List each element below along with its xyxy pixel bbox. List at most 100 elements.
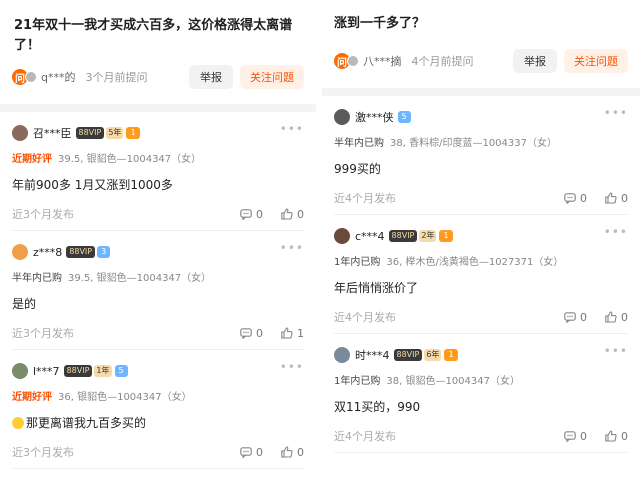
- report-button[interactable]: 举报: [513, 49, 557, 73]
- section-divider: [0, 104, 316, 112]
- comment-icon: [564, 192, 576, 204]
- answer-list: 激***侠 5 ••• 半年内已购 38, 香料棕/印度蓝—1004337（女） 999买…: [322, 96, 640, 453]
- right-qa-panel: 涨到一千多了？ 问 八***摘 4个月前提问 举报 关注问题 激***侠 5 •••…: [322, 0, 640, 480]
- purchase-tag: 半年内已购: [334, 138, 384, 149]
- answer-header: l***7 88VIP 1年 5: [12, 360, 304, 382]
- level-badge: 1: [444, 349, 458, 361]
- comment-button[interactable]: 0: [564, 311, 587, 324]
- answer-user-name: 激***侠: [355, 111, 394, 124]
- like-count: 0: [621, 191, 628, 205]
- avatar[interactable]: [334, 228, 350, 244]
- comment-icon: [240, 446, 252, 458]
- like-count: 0: [621, 310, 628, 324]
- comment-icon: [564, 311, 576, 323]
- like-button[interactable]: 0: [281, 446, 304, 459]
- post-date: 近3个月发布: [12, 327, 74, 340]
- avatar[interactable]: [334, 347, 350, 363]
- sku-text: 38, 香料棕/印度蓝—1004337（女）: [390, 138, 557, 149]
- vip-badge: 88VIP: [388, 230, 418, 242]
- answer-text: 年前900多 1月又涨到1000多: [12, 176, 304, 194]
- comment-count: 0: [256, 207, 263, 221]
- answer-item[interactable]: 激***侠 5 ••• 半年内已购 38, 香料棕/印度蓝—1004337（女） 999买…: [322, 96, 640, 215]
- answer-text: 999买的: [334, 160, 628, 178]
- like-button[interactable]: 0: [605, 430, 628, 443]
- answer-item[interactable]: l***7 88VIP 1年 5 ••• 近期好评 36, 银貂色—1004347（女） 那更…: [0, 350, 316, 469]
- answer-footer: 近3个月发布 0 1: [12, 325, 304, 341]
- purchase-tag: 近期好评: [12, 154, 52, 165]
- answer-header: c***4 88VIP 2年 1: [334, 225, 628, 247]
- vip-badge: 88VIP: [66, 246, 96, 258]
- answer-divider: [334, 452, 628, 453]
- comment-count: 0: [256, 445, 263, 459]
- level-badge: 5: [114, 365, 128, 377]
- answer-body: 年前900多 1月又涨到1000多: [12, 178, 173, 192]
- post-date: 近4个月发布: [334, 192, 396, 205]
- answer-item[interactable]: 时***4 88VIP 6年 1 ••• 1年内已购 38, 银貂色—1004347（女）双…: [322, 334, 640, 453]
- like-button[interactable]: 0: [281, 208, 304, 221]
- laugh-emoji-icon: [12, 417, 24, 429]
- sku-text: 39.5, 银貂色—1004347（女）: [68, 273, 212, 284]
- purchase-info: 1年内已购 36, 榉木色/浅黄褐色—1027371（女）: [334, 253, 628, 268]
- level-badge: 3: [97, 246, 111, 258]
- sku-text: 38, 银貂色—1004347（女）: [386, 376, 520, 387]
- answer-footer: 近3个月发布 0 0: [12, 206, 304, 222]
- comment-button[interactable]: 0: [564, 430, 587, 443]
- answer-item[interactable]: c***4 88VIP 2年 1 ••• 1年内已购 36, 榉木色/浅黄褐色—102737…: [322, 215, 640, 334]
- answer-body: 双11买的，990: [334, 400, 421, 414]
- avatar[interactable]: [12, 244, 28, 260]
- like-button[interactable]: 1: [281, 327, 304, 340]
- level-badge: 5: [397, 111, 411, 123]
- comment-button[interactable]: 0: [240, 446, 263, 459]
- comment-button[interactable]: 0: [240, 327, 263, 340]
- sku-text: 39.5, 银貂色—1004347（女）: [58, 154, 202, 165]
- more-dots-icon[interactable]: •••: [280, 241, 304, 255]
- more-dots-icon[interactable]: •••: [604, 106, 628, 120]
- avatar: [25, 71, 37, 83]
- answer-user-name: 召***臣: [33, 127, 72, 140]
- avatar: [347, 55, 359, 67]
- comment-button[interactable]: 0: [240, 208, 263, 221]
- more-dots-icon[interactable]: •••: [280, 360, 304, 374]
- like-count: 0: [621, 429, 628, 443]
- question-meta: 问 q***的 3个月前提问 举报 关注问题: [0, 64, 316, 90]
- answer-list: 召***臣 88VIP 5年 1 ••• 近期好评 39.5, 银貂色—1004347（女）…: [0, 112, 316, 469]
- answer-item[interactable]: z***8 88VIP 3 ••• 半年内已购 39.5, 银貂色—1004347（女）是…: [0, 231, 316, 350]
- purchase-info: 半年内已购 39.5, 银貂色—1004347（女）: [12, 269, 304, 284]
- answer-body: 999买的: [334, 162, 381, 176]
- purchase-info: 半年内已购 38, 香料棕/印度蓝—1004337（女）: [334, 134, 628, 149]
- comment-button[interactable]: 0: [564, 192, 587, 205]
- answer-item[interactable]: 召***臣 88VIP 5年 1 ••• 近期好评 39.5, 银貂色—1004347（女）…: [0, 112, 316, 231]
- answer-user-name: l***7: [33, 364, 60, 378]
- vip-badge: 88VIP: [75, 127, 105, 139]
- answer-text: 是的: [12, 295, 304, 313]
- vip-badge: 88VIP: [63, 365, 93, 377]
- follow-question-button[interactable]: 关注问题: [564, 49, 628, 73]
- answer-text: 双11买的，990: [334, 398, 628, 416]
- more-dots-icon[interactable]: •••: [280, 122, 304, 136]
- asker-name: q***的: [41, 71, 76, 84]
- answer-user-name: c***4: [355, 229, 385, 243]
- report-button[interactable]: 举报: [189, 65, 233, 89]
- answer-footer: 近4个月发布 0 0: [334, 309, 628, 325]
- avatar[interactable]: [12, 125, 28, 141]
- comment-icon: [240, 327, 252, 339]
- more-dots-icon[interactable]: •••: [604, 225, 628, 239]
- comment-icon: [564, 430, 576, 442]
- like-button[interactable]: 0: [605, 192, 628, 205]
- avatar[interactable]: [12, 363, 28, 379]
- sku-text: 36, 银貂色—1004347（女）: [58, 392, 192, 403]
- section-divider: [322, 88, 640, 96]
- purchase-info: 近期好评 39.5, 银貂色—1004347（女）: [12, 150, 304, 165]
- purchase-tag: 半年内已购: [12, 273, 62, 284]
- follow-question-button[interactable]: 关注问题: [240, 65, 304, 89]
- answer-footer: 近4个月发布 0 0: [334, 190, 628, 206]
- left-qa-panel: 21年双十一我才买成六百多，这价格涨得太离谱了！ 问 q***的 3个月前提问 …: [0, 0, 316, 480]
- like-count: 0: [297, 207, 304, 221]
- post-date: 近4个月发布: [334, 430, 396, 443]
- question-title: 21年双十一我才买成六百多，这价格涨得太离谱了！: [14, 18, 293, 53]
- level-badge: 1: [126, 127, 140, 139]
- like-button[interactable]: 0: [605, 311, 628, 324]
- avatar[interactable]: [334, 109, 350, 125]
- more-dots-icon[interactable]: •••: [604, 344, 628, 358]
- post-date: 近3个月发布: [12, 208, 74, 221]
